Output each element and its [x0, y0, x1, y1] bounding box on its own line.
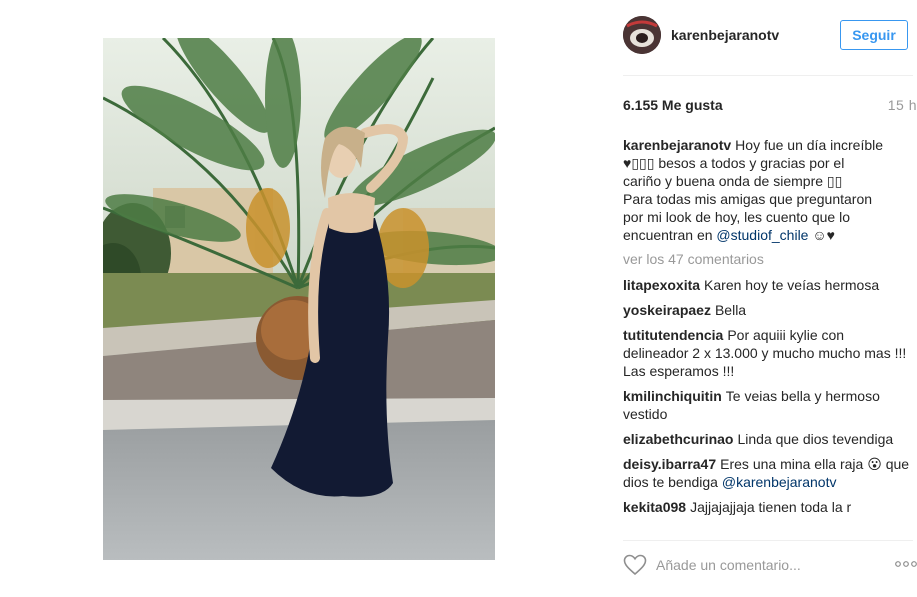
caption-line: Hoy fue un día increíble [735, 137, 884, 153]
post-header: karenbejaranotv Seguir [623, 16, 917, 56]
post-timestamp[interactable]: 15 h [888, 97, 917, 113]
comment-bar [623, 550, 917, 580]
comments-list: karenbejaranotv Hoy fue un día increíble … [623, 136, 911, 532]
caption-username[interactable]: karenbejaranotv [623, 137, 731, 153]
comment-username[interactable]: kekita098 [623, 499, 686, 515]
likes-count[interactable]: 6.155 Me gusta [623, 97, 723, 113]
avatar-image [623, 16, 661, 54]
caption: karenbejaranotv Hoy fue un día increíble … [623, 136, 911, 244]
comment-username[interactable]: deisy.ibarra47 [623, 456, 716, 472]
comment-text: Bella [714, 302, 747, 318]
post-photo-image [103, 38, 495, 560]
caption-line: Para todas mis amigas que preguntaron [623, 191, 873, 207]
comment-item: elizabethcurinao Linda que dios tevendiga [623, 430, 911, 448]
post-owner-username[interactable]: karenbejaranotv [671, 27, 779, 43]
comment-username[interactable]: yoskeirapaez [623, 302, 711, 318]
follow-button[interactable]: Seguir [840, 20, 908, 50]
comment-username[interactable]: litapexoxita [623, 277, 700, 293]
comment-username[interactable]: elizabethcurinao [623, 431, 733, 447]
post-photo[interactable] [103, 38, 495, 560]
comment-item: kekita098 Jajjajajjaja tienen toda la r [623, 498, 911, 516]
likes-row: 6.155 Me gusta 15 h [623, 97, 916, 115]
load-more-comments-link[interactable]: ver los 47 comentarios [623, 250, 911, 268]
caption-line: cariño y buena onda de siempre ▯▯ [623, 173, 843, 189]
post-side-panel: karenbejaranotv Seguir 6.155 Me gusta 15… [608, 0, 917, 597]
comment-text: Karen hoy te veías hermosa [704, 277, 880, 293]
caption-line: encuentran en [623, 227, 713, 243]
more-options-icon[interactable] [894, 557, 917, 571]
comment-item: kmilinchiquitin Te veias bella y hermoso … [623, 387, 911, 423]
comment-mention-link[interactable]: @karenbejaranotv [722, 474, 837, 490]
comment-username[interactable]: kmilinchiquitin [623, 388, 722, 404]
caption-emoji: ☺♥ [812, 227, 835, 243]
caption-line: ♥▯▯▯ besos a todos y gracias por el [623, 155, 845, 171]
comment-item: litapexoxita Karen hoy te veías hermosa [623, 276, 911, 294]
header-divider [623, 75, 913, 76]
add-comment-input[interactable] [656, 555, 876, 575]
caption-mention-link[interactable]: @studiof_chile [716, 227, 808, 243]
comment-item: deisy.ibarra47 Eres una mina ella raja 😮 … [623, 455, 911, 491]
comment-username[interactable]: tutitutendencia [623, 327, 723, 343]
heart-icon[interactable] [623, 554, 647, 576]
comments-divider [623, 540, 913, 541]
comment-text: Jajjajajjaja tienen toda la r [690, 499, 852, 515]
caption-line: por mi look de hoy, les cuento que lo [623, 209, 850, 225]
comment-item: yoskeirapaez Bella [623, 301, 911, 319]
avatar[interactable] [623, 16, 661, 54]
comment-text: Linda que dios tevendiga [737, 431, 894, 447]
comment-item: tutitutendencia Por aquiii kylie con deli… [623, 326, 911, 380]
